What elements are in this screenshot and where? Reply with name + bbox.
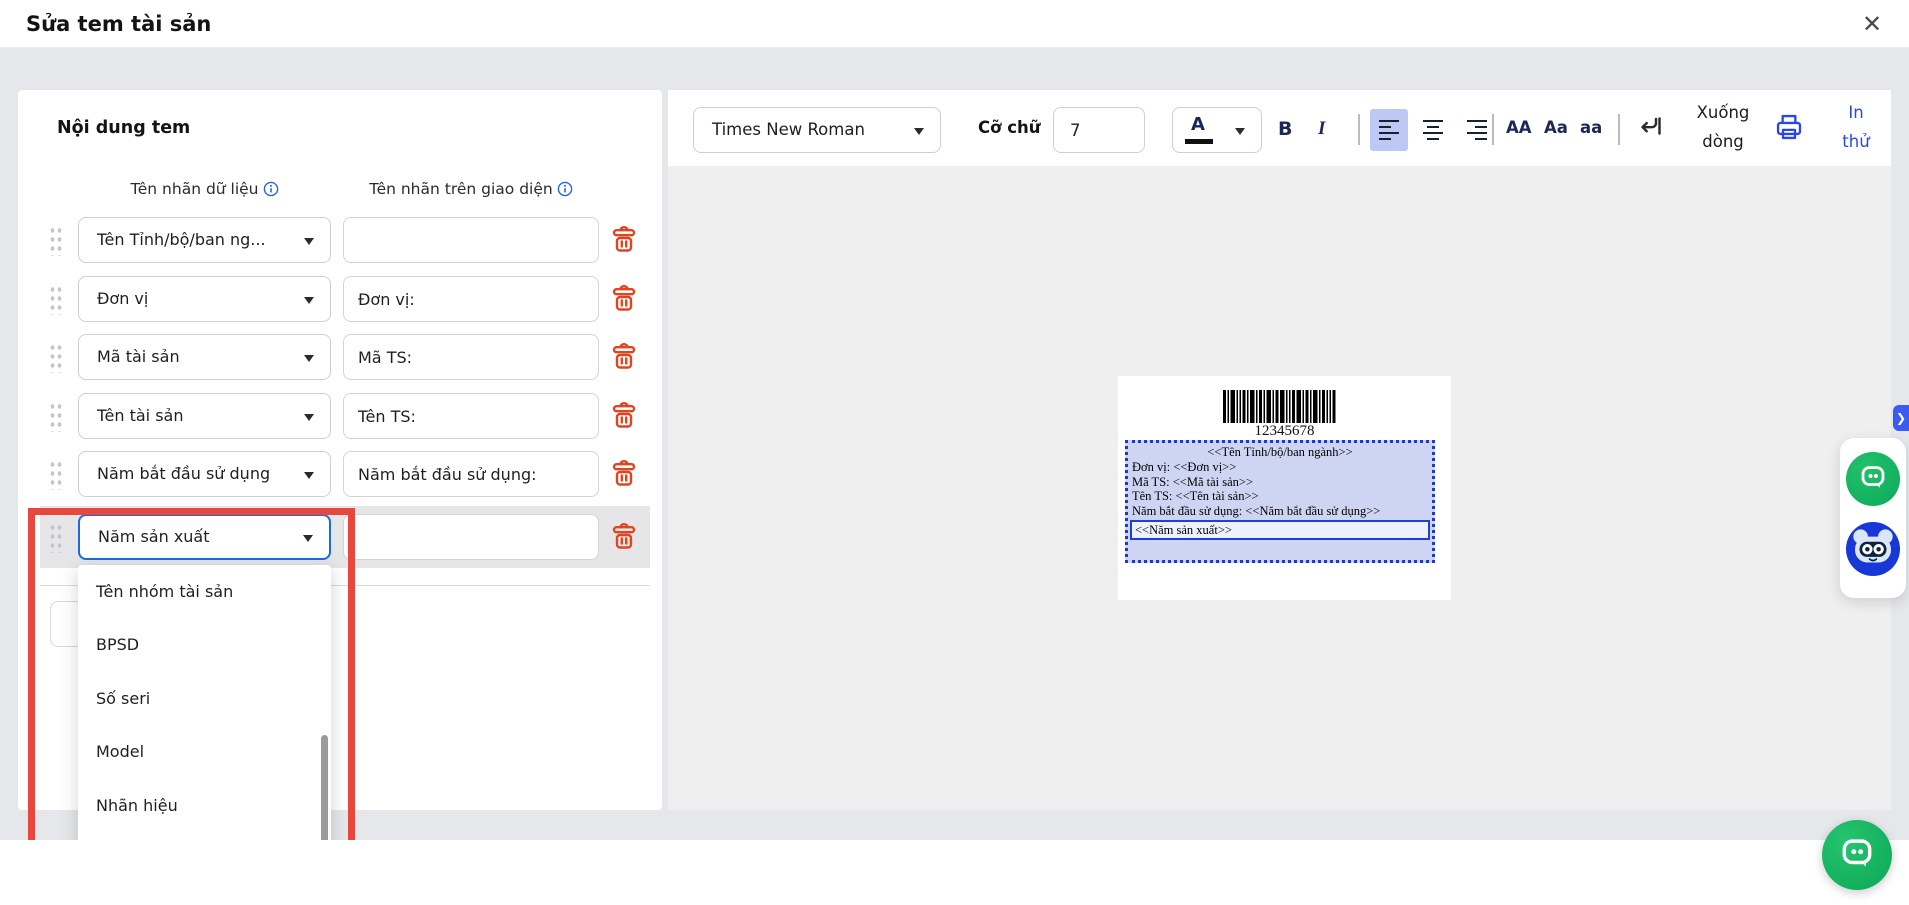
italic-button[interactable]: I <box>1318 118 1325 140</box>
chevron-down-icon <box>914 128 924 135</box>
lowercase-button[interactable]: aa <box>1580 118 1602 137</box>
chevron-down-icon <box>304 472 314 479</box>
barcode-value: 12345678 <box>1118 423 1451 440</box>
column-header-data-label: Tên nhãn dữ liệu <box>78 180 331 201</box>
align-left-icon <box>1379 120 1399 140</box>
titlecase-button[interactable]: Aa <box>1544 118 1568 137</box>
chat-support-button[interactable] <box>1846 452 1900 506</box>
printer-icon[interactable] <box>1774 112 1804 142</box>
label-row: Tên tài sản <box>18 393 662 439</box>
dropdown-option[interactable]: Model <box>78 725 331 778</box>
label-row: Đơn vị <box>18 276 662 322</box>
preview-line: Đơn vị: <<Đơn vị>> <box>1132 460 1428 475</box>
label-preview-area: 12345678 <<Tên Tỉnh/bộ/ban ngành>> Đơn v… <box>668 166 1891 810</box>
data-field-select[interactable]: Đơn vị <box>78 276 331 322</box>
uppercase-button[interactable]: AA <box>1506 118 1532 137</box>
selected-preview-line[interactable]: <<Năm sản xuất>> <box>1130 520 1430 540</box>
ui-label-input[interactable] <box>343 451 599 497</box>
drag-handle-icon[interactable] <box>48 284 62 315</box>
drag-handle-icon[interactable] <box>48 522 62 553</box>
label-row: Mã tài sản <box>18 334 662 380</box>
info-icon[interactable] <box>557 181 573 201</box>
ui-label-input[interactable] <box>343 276 599 322</box>
dropdown-option[interactable]: Tên nhóm tài sản <box>78 565 331 618</box>
font-color-swatch <box>1185 139 1213 144</box>
font-color-letter: A <box>1191 114 1205 135</box>
preview-line: Năm bắt đầu sử dụng: <<Năm bắt đầu sử dụ… <box>1132 504 1428 519</box>
dropdown-option[interactable]: Nhãn hiệu <box>78 779 331 832</box>
align-left-button[interactable] <box>1370 109 1408 151</box>
data-field-select-open[interactable]: Năm sản xuất <box>78 514 331 560</box>
format-toolbar: Times New Roman Cỡ chữ A B I AA Aa aa Xu… <box>668 90 1891 166</box>
dialog-header: Sửa tem tài sản ✕ <box>0 0 1909 48</box>
ui-label-input[interactable] <box>343 217 599 263</box>
drag-handle-icon[interactable] <box>48 401 62 432</box>
label-content-panel: Nội dung tem Tên nhãn dữ liệu Tên nhãn t… <box>18 90 662 810</box>
data-field-select[interactable]: Mã tài sản <box>78 334 331 380</box>
wrap-text-icon[interactable] <box>1634 112 1664 142</box>
chat-bubble-icon <box>1838 834 1876 876</box>
close-icon[interactable]: ✕ <box>1856 8 1888 40</box>
delete-row-button[interactable] <box>610 522 638 552</box>
assistant-bot-button[interactable] <box>1846 524 1900 578</box>
align-center-button[interactable] <box>1414 109 1452 151</box>
dropdown-option[interactable]: BPSD <box>78 618 331 671</box>
ui-label-input[interactable] <box>343 514 599 560</box>
chevron-down-icon <box>304 297 314 304</box>
delete-row-button[interactable] <box>610 401 638 431</box>
label-row: Năm bắt đầu sử dụng <box>18 451 662 497</box>
label-row-active: Năm sản xuất <box>18 514 662 560</box>
font-family-select[interactable]: Times New Roman <box>693 107 941 153</box>
support-widget-card <box>1840 438 1906 598</box>
chat-fab-button[interactable] <box>1822 820 1892 890</box>
font-color-picker[interactable]: A <box>1172 107 1262 153</box>
ui-label-input[interactable] <box>343 393 599 439</box>
data-field-select[interactable]: Tên Tỉnh/bộ/ban ng... <box>78 217 331 263</box>
delete-row-button[interactable] <box>610 342 638 372</box>
delete-row-button[interactable] <box>610 459 638 489</box>
chevron-down-icon <box>1235 128 1245 135</box>
data-field-select[interactable]: Năm bắt đầu sử dụng <box>78 451 331 497</box>
chevron-down-icon <box>303 535 313 542</box>
align-right-button[interactable] <box>1458 109 1496 151</box>
delete-row-button[interactable] <box>610 284 638 314</box>
data-field-select[interactable]: Tên tài sản <box>78 393 331 439</box>
label-row: Tên Tỉnh/bộ/ban ng... <box>18 217 662 263</box>
drag-handle-icon[interactable] <box>48 225 62 256</box>
toolbar-separator <box>1358 114 1360 145</box>
delete-row-button[interactable] <box>610 225 638 255</box>
wrap-text-label[interactable]: Xuống dòng <box>1680 98 1766 156</box>
preview-line: Mã TS: <<Mã tài sản>> <box>1132 475 1428 490</box>
toolbar-separator <box>1492 114 1494 145</box>
barcode-image <box>1223 390 1337 423</box>
chevron-down-icon <box>304 414 314 421</box>
dialog-title: Sửa tem tài sản <box>26 12 211 36</box>
label-preview-card: 12345678 <<Tên Tỉnh/bộ/ban ngành>> Đơn v… <box>1118 376 1451 600</box>
align-right-icon <box>1467 120 1487 140</box>
drag-handle-icon[interactable] <box>48 459 62 490</box>
font-size-input[interactable] <box>1053 107 1145 153</box>
column-header-ui-label: Tên nhãn trên giao diện <box>343 180 599 201</box>
label-text-selection[interactable]: <<Tên Tỉnh/bộ/ban ngành>> Đơn vị: <<Đơn … <box>1125 440 1435 563</box>
panel-title: Nội dung tem <box>57 118 190 138</box>
dropdown-option[interactable]: Số seri <box>78 672 331 725</box>
panda-bot-icon <box>1846 522 1900 580</box>
info-icon[interactable] <box>263 181 279 201</box>
chevron-down-icon <box>304 355 314 362</box>
preview-line: <<Tên Tỉnh/bộ/ban ngành>> <box>1132 445 1428 460</box>
chat-bubble-icon <box>1858 462 1888 496</box>
align-center-icon <box>1423 120 1443 140</box>
ui-label-input[interactable] <box>343 334 599 380</box>
dialog-footer <box>0 840 1909 905</box>
preview-line: Tên TS: <<Tên tài sản>> <box>1132 489 1428 504</box>
drag-handle-icon[interactable] <box>48 342 62 373</box>
print-test-button[interactable]: In thử <box>1828 98 1884 156</box>
font-size-label: Cỡ chữ <box>978 118 1040 137</box>
toolbar-separator <box>1618 114 1620 145</box>
chevron-down-icon <box>304 238 314 245</box>
bold-button[interactable]: B <box>1278 118 1292 140</box>
collapse-panel-chevron[interactable]: ❯ <box>1893 405 1909 431</box>
